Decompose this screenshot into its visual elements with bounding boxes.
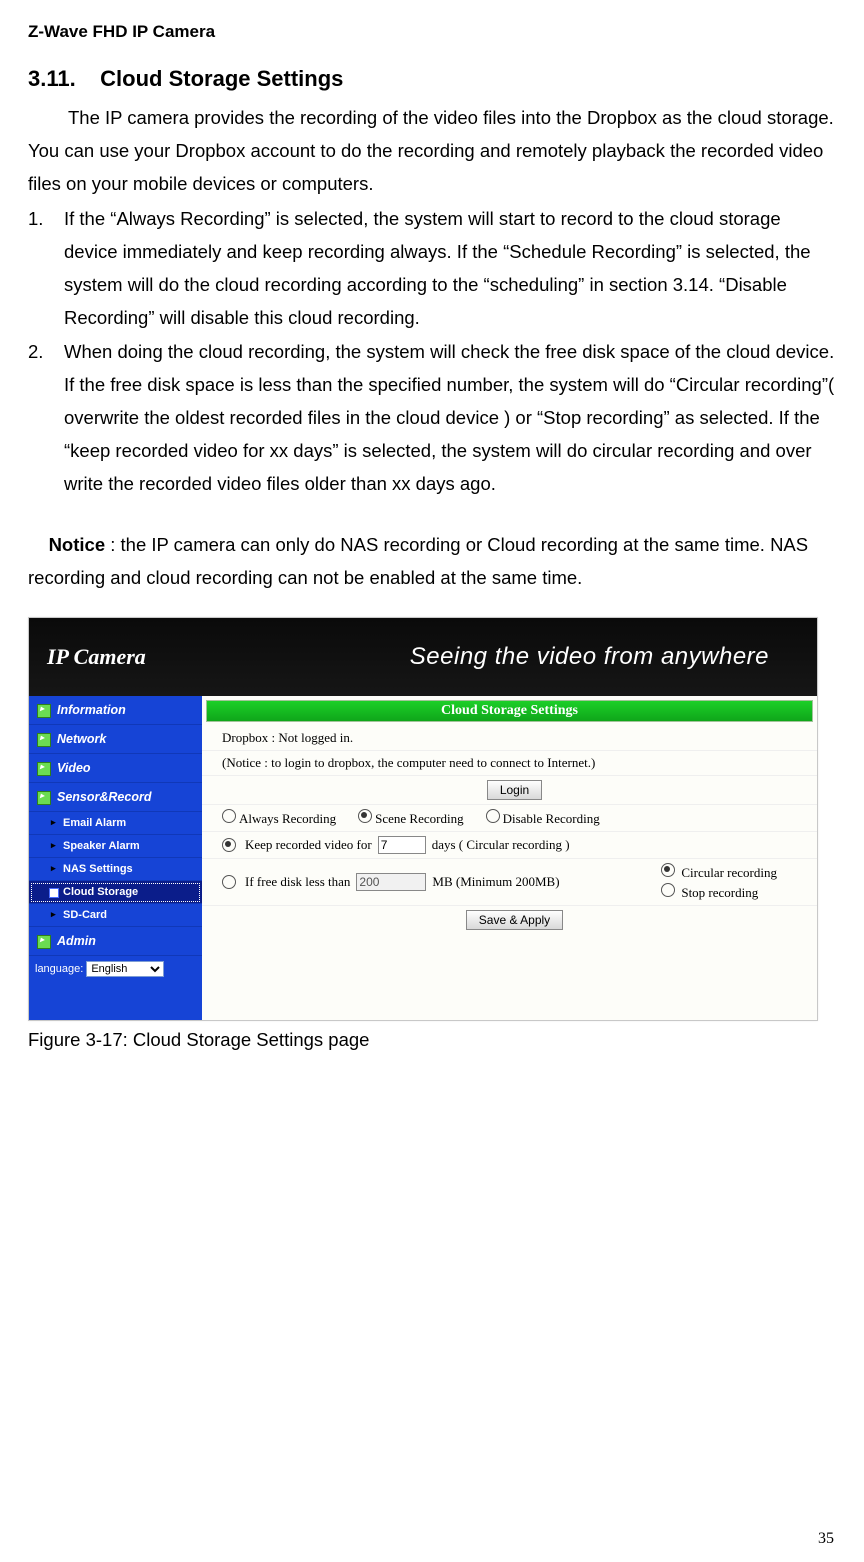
dropbox-notice: (Notice : to login to dropbox, the compu… <box>222 755 595 771</box>
radio-always[interactable] <box>222 809 236 823</box>
keep-days-row: Keep recorded video for days ( Circular … <box>202 832 817 859</box>
language-label: language: <box>35 963 83 975</box>
sidebar-item-label: Admin <box>57 934 96 948</box>
language-select[interactable]: English <box>86 961 164 977</box>
list-item-1: 1. If the “Always Recording” is selected… <box>28 203 836 335</box>
sidebar-item-label: Video <box>57 761 91 775</box>
sidebar-sub-email-alarm[interactable]: Email Alarm <box>29 812 202 835</box>
label-disable: Disable Recording <box>503 811 600 826</box>
label-always: Always Recording <box>239 811 336 826</box>
list-text: If the “Always Recording” is selected, t… <box>64 208 811 328</box>
list-number: 1. <box>28 203 43 236</box>
sidebar-sub-sd-card[interactable]: SD-Card <box>29 904 202 927</box>
save-row: Save & Apply <box>202 906 817 1020</box>
login-row: Login <box>202 776 817 805</box>
label-stop: Stop recording <box>681 885 758 900</box>
expand-icon <box>37 704 51 718</box>
notice-text: : the IP camera can only do NAS recordin… <box>28 534 808 588</box>
section-number: 3.11. <box>28 66 76 91</box>
free-disk-input[interactable] <box>356 873 426 891</box>
list-text: When doing the cloud recording, the syst… <box>64 341 834 494</box>
save-apply-button[interactable]: Save & Apply <box>466 910 563 930</box>
keep-label-post: days ( Circular recording ) <box>432 837 570 853</box>
page-number: 35 <box>818 1530 834 1548</box>
sidebar-sub-nas-settings[interactable]: NAS Settings <box>29 858 202 881</box>
free-disk-row: If free disk less than MB (Minimum 200MB… <box>202 859 817 906</box>
notice-paragraph: Notice : the IP camera can only do NAS r… <box>28 529 836 595</box>
radio-circular[interactable] <box>661 863 675 877</box>
sidebar-item-label: Network <box>57 732 106 746</box>
sidebar-item-label: Information <box>57 703 126 717</box>
expand-icon <box>37 935 51 949</box>
keep-label-pre: Keep recorded video for <box>245 837 372 853</box>
figure-caption: Figure 3-17: Cloud Storage Settings page <box>28 1029 836 1051</box>
notice-label: Notice <box>49 534 106 555</box>
language-row: language: English <box>29 956 202 982</box>
radio-free-disk[interactable] <box>222 875 236 889</box>
document-header: Z-Wave FHD IP Camera <box>28 22 836 42</box>
section-heading: 3.11. Cloud Storage Settings <box>28 66 836 92</box>
app-header: IP Camera Seeing the video from anywhere <box>29 618 817 696</box>
sidebar-item-information[interactable]: Information <box>29 696 202 725</box>
sidebar: Information Network Video Sensor&Record … <box>29 696 202 1020</box>
dropbox-status: Dropbox : Not logged in. <box>222 730 353 746</box>
list-number: 2. <box>28 336 43 369</box>
radio-stop[interactable] <box>661 883 675 897</box>
radio-disable[interactable] <box>486 809 500 823</box>
dropbox-status-row: Dropbox : Not logged in. <box>202 726 817 751</box>
app-tagline: Seeing the video from anywhere <box>410 643 769 671</box>
sidebar-item-label: Sensor&Record <box>57 790 151 804</box>
expand-icon <box>37 791 51 805</box>
sidebar-item-network[interactable]: Network <box>29 725 202 754</box>
app-screenshot: IP Camera Seeing the video from anywhere… <box>28 617 818 1021</box>
sidebar-item-admin[interactable]: Admin <box>29 927 202 956</box>
keep-days-input[interactable] <box>378 836 426 854</box>
sidebar-sub-speaker-alarm[interactable]: Speaker Alarm <box>29 835 202 858</box>
sidebar-sub-cloud-storage[interactable]: Cloud Storage <box>29 881 202 904</box>
intro-paragraph: The IP camera provides the recording of … <box>28 102 836 201</box>
sidebar-item-sensor-record[interactable]: Sensor&Record <box>29 783 202 812</box>
panel-title: Cloud Storage Settings <box>206 700 813 722</box>
recording-mode-row: Always Recording Scene Recording Disable… <box>202 805 817 832</box>
label-scene: Scene Recording <box>375 811 463 826</box>
expand-icon <box>37 762 51 776</box>
radio-scene[interactable] <box>358 809 372 823</box>
sidebar-item-video[interactable]: Video <box>29 754 202 783</box>
dropbox-notice-row: (Notice : to login to dropbox, the compu… <box>202 751 817 776</box>
main-panel: Cloud Storage Settings Dropbox : Not log… <box>202 696 817 1020</box>
list-item-2: 2. When doing the cloud recording, the s… <box>28 336 836 501</box>
label-circular: Circular recording <box>681 865 777 880</box>
app-logo: IP Camera <box>47 644 146 670</box>
login-button[interactable]: Login <box>487 780 542 800</box>
freedisk-post: MB (Minimum 200MB) <box>432 874 559 890</box>
radio-keep-days[interactable] <box>222 838 236 852</box>
expand-icon <box>37 733 51 747</box>
freedisk-pre: If free disk less than <box>245 874 350 890</box>
section-title-text: Cloud Storage Settings <box>100 66 343 91</box>
